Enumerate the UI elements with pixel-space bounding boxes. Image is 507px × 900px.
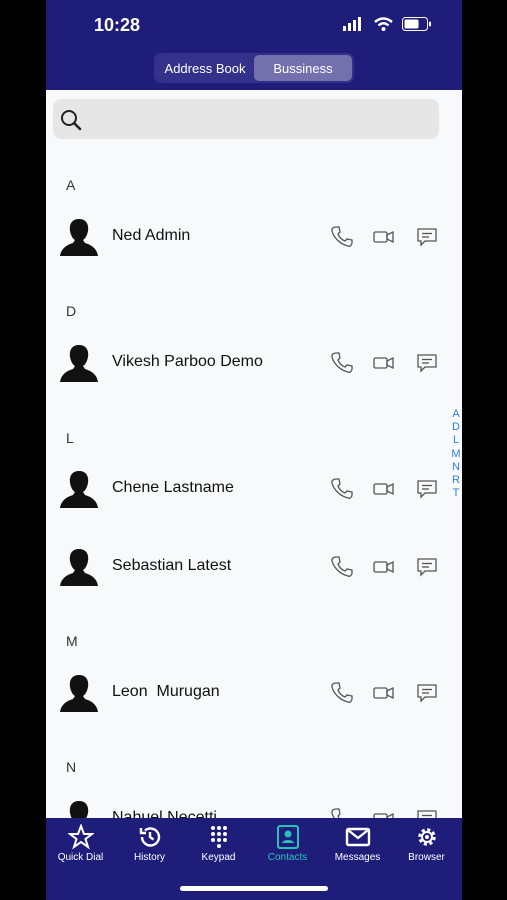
tab-quick-dial[interactable]: Quick Dial [46, 818, 115, 878]
section-header: L [66, 430, 74, 446]
mail-icon [345, 827, 370, 847]
person-icon [60, 219, 98, 256]
contact-name: Leon Murugan [112, 683, 220, 700]
alphabet-index[interactable]: A D L M N R T [450, 408, 462, 500]
video-icon[interactable] [372, 807, 396, 818]
address-book-tab[interactable]: Address Book [156, 55, 254, 81]
phone-icon[interactable] [330, 681, 354, 705]
contact-row[interactable]: Leon Murugan [46, 663, 462, 723]
tab-messages[interactable]: Messages [323, 818, 392, 878]
phone-icon[interactable] [330, 555, 354, 579]
header: 10:28 Address Book Bussiness [46, 0, 462, 90]
message-icon[interactable] [415, 681, 439, 705]
index-letter[interactable]: R [450, 474, 462, 487]
contact-name: Nahuel Necetti [112, 809, 217, 818]
app-screen: 10:28 Address Book Bussiness A Ned Admin… [46, 0, 462, 900]
person-icon [60, 549, 98, 586]
history-icon [139, 827, 160, 847]
tab-history[interactable]: History [115, 818, 184, 878]
section-header: N [66, 759, 77, 775]
video-icon[interactable] [372, 351, 396, 375]
message-icon[interactable] [415, 555, 439, 579]
contact-row[interactable]: Sebastian Latest [46, 537, 462, 597]
video-icon[interactable] [372, 225, 396, 249]
section-header: D [66, 303, 77, 319]
index-letter[interactable]: A [450, 408, 462, 421]
person-icon [60, 675, 98, 712]
tab-contacts[interactable]: Contacts [253, 818, 322, 878]
battery-icon [402, 17, 431, 31]
tab-browser[interactable]: Browser [392, 818, 461, 878]
keypad-icon [210, 826, 227, 848]
signal-icon [343, 17, 361, 31]
search-bar[interactable] [53, 99, 439, 139]
index-letter[interactable]: L [450, 434, 462, 447]
contact-row[interactable]: Ned Admin [46, 207, 462, 267]
phone-icon[interactable] [330, 225, 354, 249]
contact-row[interactable]: Chene Lastname [46, 459, 462, 519]
contact-row[interactable]: Vikesh Parboo Demo [46, 333, 462, 393]
phone-icon[interactable] [330, 477, 354, 501]
person-icon [69, 801, 89, 818]
message-icon[interactable] [415, 807, 439, 818]
index-letter[interactable]: T [450, 487, 462, 500]
message-icon[interactable] [415, 225, 439, 249]
segmented-control: Address Book Bussiness [154, 53, 354, 83]
contact-name: Sebastian Latest [112, 557, 232, 574]
video-icon[interactable] [372, 477, 396, 501]
status-time: 10:28 [94, 15, 141, 35]
section-header: M [66, 633, 78, 649]
phone-icon[interactable] [330, 807, 354, 818]
index-letter[interactable]: D [450, 421, 462, 434]
contact-name: Chene Lastname [112, 479, 234, 496]
contacts-icon [276, 825, 299, 849]
search-icon [61, 110, 82, 131]
home-indicator [180, 886, 328, 891]
person-icon [60, 471, 98, 508]
message-icon[interactable] [415, 351, 439, 375]
message-icon[interactable] [415, 477, 439, 501]
contact-name: Vikesh Parboo Demo [112, 353, 263, 370]
person-icon [60, 345, 98, 382]
video-icon[interactable] [372, 555, 396, 579]
contact-row[interactable]: Nahuel Necetti [46, 789, 462, 818]
status-icons [343, 17, 432, 31]
index-letter[interactable]: M [450, 448, 462, 461]
phone-icon[interactable] [330, 351, 354, 375]
index-letter[interactable]: N [450, 461, 462, 474]
star-icon [67, 824, 94, 850]
video-icon[interactable] [372, 681, 396, 705]
section-header: A [66, 177, 76, 193]
contact-name: Ned Admin [112, 227, 191, 244]
tab-keypad[interactable]: Keypad [184, 818, 253, 878]
business-tab[interactable]: Bussiness [254, 55, 352, 81]
wifi-icon [374, 17, 393, 31]
gear-icon [417, 828, 436, 846]
